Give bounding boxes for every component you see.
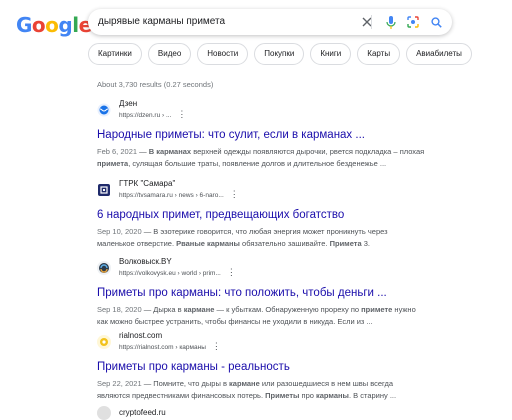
gtrk-logo-icon: [98, 184, 110, 196]
result-source[interactable]: cryptofeed.ru: [97, 406, 427, 420]
more-options-icon[interactable]: ⋮: [230, 189, 239, 199]
search-icon[interactable]: [427, 13, 445, 31]
search-result: Волковыск.BY https://volkovysk.eu › worl…: [97, 257, 427, 327]
logo-letter: o: [31, 13, 46, 37]
result-site-name: ГТРК "Самара": [119, 179, 176, 188]
chip-shopping[interactable]: Покупки: [254, 43, 305, 65]
result-site-name: cryptofeed.ru: [119, 408, 166, 417]
result-title[interactable]: Приметы про карманы: что положить, чтобы…: [97, 286, 427, 300]
result-snippet: Sep 10, 2020 — В эзотерике говорится, чт…: [97, 227, 388, 248]
result-site-name: Волковыск.BY: [119, 257, 172, 266]
filter-chips: Картинки Видео Новости Покупки Книги Кар…: [88, 43, 472, 65]
result-url: https://volkovysk.eu › world › prim... ⋮: [119, 267, 236, 277]
search-result: ГТРК "Самара" https://tvsamara.ru › news…: [97, 179, 427, 249]
result-snippet: Sep 22, 2021 — Помните, что дыры в карма…: [97, 379, 397, 400]
chip-books[interactable]: Книги: [310, 43, 352, 65]
search-result: rialnost.com https://rialnost.com › карм…: [97, 331, 427, 401]
rialnost-logo-icon: [97, 335, 111, 349]
result-source[interactable]: rialnost.com https://rialnost.com › карм…: [97, 331, 427, 353]
search-divider: [371, 15, 372, 29]
result-source[interactable]: Дзен https://dzen.ru › ... ⋮: [97, 99, 427, 121]
result-source[interactable]: Волковыск.BY https://volkovysk.eu › worl…: [97, 257, 427, 279]
globe-icon: [97, 103, 111, 117]
result-snippet: Sep 18, 2020 — Дырка в кармане — к убытк…: [97, 305, 416, 326]
lens-icon[interactable]: [404, 13, 422, 31]
more-options-icon[interactable]: ⋮: [227, 267, 236, 277]
result-site-name: rialnost.com: [119, 331, 163, 340]
close-icon[interactable]: [358, 13, 376, 31]
result-url: https://rialnost.com › карманы ⋮: [119, 341, 221, 351]
volkovysk-logo-icon: [97, 261, 111, 275]
search-box[interactable]: дырявые карманы примета: [88, 9, 452, 35]
search-input[interactable]: дырявые карманы примета: [98, 16, 225, 27]
search-result: cryptofeed.ru: [97, 406, 427, 420]
logo-letter: g: [58, 13, 73, 37]
result-snippet: Feb 6, 2021 — В карманах верхней одежды …: [97, 147, 425, 168]
result-title[interactable]: Приметы про карманы - реальность: [97, 360, 427, 374]
logo-letter: o: [45, 13, 59, 37]
chip-maps[interactable]: Карты: [357, 43, 401, 65]
result-title[interactable]: 6 народных примет, предвещающих богатств…: [97, 208, 427, 222]
chip-flights[interactable]: Авиабилеты: [406, 43, 472, 65]
more-options-icon[interactable]: ⋮: [177, 109, 186, 119]
result-stats: About 3,730 results (0.27 seconds): [97, 80, 214, 89]
result-url: https://tvsamara.ru › news › 6-naro... ⋮: [119, 189, 239, 199]
search-result: Дзен https://dzen.ru › ... ⋮ Народные при…: [97, 99, 427, 169]
chip-news[interactable]: Новости: [197, 43, 249, 65]
more-options-icon[interactable]: ⋮: [212, 341, 221, 351]
cryptofeed-logo-icon: [97, 406, 111, 420]
mic-icon[interactable]: [382, 13, 400, 31]
logo-letter: G: [16, 13, 32, 37]
result-url: https://dzen.ru › ... ⋮: [119, 109, 187, 119]
result-site-name: Дзен: [119, 99, 138, 108]
result-title[interactable]: Народные приметы: что сулит, если в карм…: [97, 128, 427, 142]
chip-images[interactable]: Картинки: [88, 43, 142, 65]
google-logo[interactable]: Google: [16, 13, 92, 37]
chip-videos[interactable]: Видео: [147, 43, 192, 65]
result-source[interactable]: ГТРК "Самара" https://tvsamara.ru › news…: [97, 179, 427, 201]
